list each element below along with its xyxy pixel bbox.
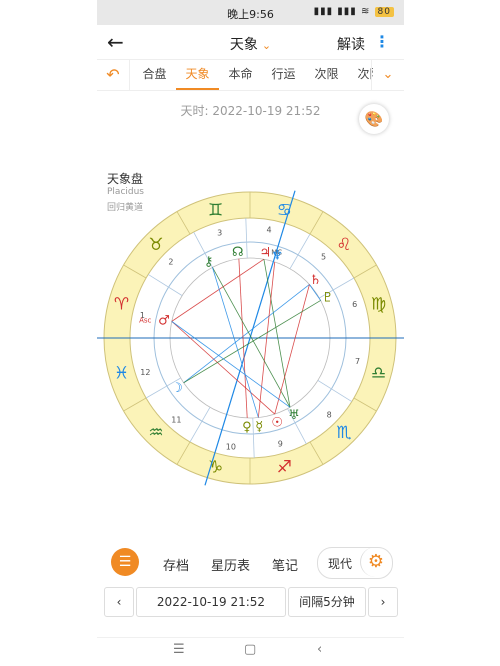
sky-time: 天时: 2022-10-19 21:52 (180, 104, 321, 118)
tab-sky[interactable]: 天象 (176, 60, 219, 90)
chevron-down-icon: ⌄ (261, 39, 272, 52)
phone-screen: 晚上9:56 ▮▮▮ ▮▮▮ ≋ 80 ← 天象 ⌄ 解读 ⋮ ↶ 合盘 天象 本命行… (97, 0, 404, 666)
house-number: 10 (226, 442, 236, 451)
battery-icon: 80 (374, 7, 394, 17)
astrology-wheel[interactable]: ♈♉♊ ♋♌♍♎♏♐♑♒♓123 456789101112AscMC☉☽☿♀♂♃♄♅… (97, 180, 404, 500)
status-icons: ▮▮▮ ▮▮▮ ≋ 80 (314, 6, 394, 17)
top-navbar: ← 天象 ⌄ 解读 ⋮ (97, 25, 404, 59)
house-number: 6 (352, 300, 357, 309)
planet-glyph: ♀ (242, 420, 252, 435)
prev-time-button[interactable]: ‹ (104, 587, 134, 617)
gear-icon[interactable]: ⚙ (360, 547, 391, 577)
next-time-button[interactable]: › (368, 587, 398, 617)
zodiac-sign-glyph: ♎ (371, 363, 386, 383)
tab-natal[interactable]: 本命 (219, 60, 262, 88)
planet-glyph: ☊ (232, 245, 244, 260)
home-icon[interactable]: ▢ (244, 642, 256, 657)
zodiac-sign-glyph: ♏ (336, 423, 351, 443)
house-number: 4 (267, 226, 272, 235)
recents-icon[interactable]: ☰ (173, 642, 185, 657)
system-back-icon[interactable]: ‹ (317, 642, 322, 657)
more-vertical-icon[interactable]: ⋮ (374, 32, 390, 51)
zodiac-sign-glyph: ♍ (371, 295, 386, 315)
bottom-toolbar: ☰ 存档 星历表 笔记 现代 ⚙ (97, 544, 404, 584)
signal-icon: ▮▮▮ ▮▮▮ ≋ (313, 6, 371, 17)
planet-glyph: ♇ (322, 291, 334, 306)
page-title: 天象 (229, 37, 258, 53)
planet-glyph: ☽ (171, 381, 183, 396)
tab-progression-2[interactable]: 次限 (348, 60, 373, 88)
planet-glyph: ☉ (271, 416, 283, 431)
undo-icon[interactable]: ↶ (97, 60, 130, 90)
planet-glyph: ♄ (310, 273, 322, 288)
zodiac-sign-glyph: ♉ (148, 235, 163, 255)
tab-row: 合盘天象本命行运次限次限 (133, 60, 373, 90)
zodiac-sign-glyph: ♐ (277, 457, 292, 477)
zodiac-sign-glyph: ♌ (336, 235, 351, 255)
planet-glyph: ♆ (271, 248, 283, 263)
datetime-field[interactable]: 2022-10-19 21:52 (136, 587, 286, 617)
house-number: 12 (140, 368, 150, 377)
interpret-button[interactable]: 解读 (337, 34, 365, 54)
planet-glyph: ♂ (158, 314, 170, 329)
house-number: 8 (327, 410, 332, 419)
house-number: 2 (168, 258, 173, 267)
planet-glyph: ⚷ (204, 254, 214, 269)
house-number: 7 (355, 357, 360, 366)
planet-glyph: ♅ (288, 408, 300, 423)
modern-toggle[interactable]: 现代 ⚙ (317, 547, 393, 579)
palette-icon[interactable]: 🎨 (359, 104, 389, 134)
zodiac-sign-glyph: ♋ (277, 201, 292, 221)
zodiac-sign-glyph: ♒ (148, 423, 163, 443)
house-number: 3 (217, 228, 222, 237)
chart-type-tabs: ↶ 合盘天象本命行运次限次限 ⌄ (97, 59, 404, 91)
zodiac-sign-glyph: ♊ (208, 201, 223, 221)
tab-more-chevron-icon[interactable]: ⌄ (371, 60, 404, 90)
tab-transit[interactable]: 行运 (262, 60, 305, 88)
planet-glyph: ♃ (259, 245, 271, 260)
modern-label: 现代 (328, 557, 353, 571)
zodiac-sign-glyph: ♓ (114, 363, 129, 383)
system-nav-bar: ☰ ▢ ‹ (97, 637, 404, 663)
notes-button[interactable]: 笔记 (272, 555, 298, 574)
tab-synastry[interactable]: 合盘 (133, 60, 176, 88)
house-number: 11 (171, 416, 181, 425)
planet-glyph: ☿ (255, 420, 263, 435)
house-number: 5 (321, 252, 326, 261)
ephemeris-button[interactable]: 星历表 (211, 555, 250, 574)
interval-select[interactable]: 间隔5分钟 (288, 587, 366, 617)
house-number: 9 (278, 440, 283, 449)
list-icon[interactable]: ☰ (111, 548, 139, 576)
asc-label: Asc (139, 316, 151, 324)
status-bar: 晚上9:56 ▮▮▮ ▮▮▮ ≋ 80 (97, 0, 404, 25)
zodiac-sign-glyph: ♈ (114, 295, 129, 315)
archive-button[interactable]: 存档 (163, 555, 189, 574)
tab-progression[interactable]: 次限 (305, 60, 348, 88)
date-stepper: ‹ 2022-10-19 21:52 间隔5分钟 › (104, 587, 398, 617)
